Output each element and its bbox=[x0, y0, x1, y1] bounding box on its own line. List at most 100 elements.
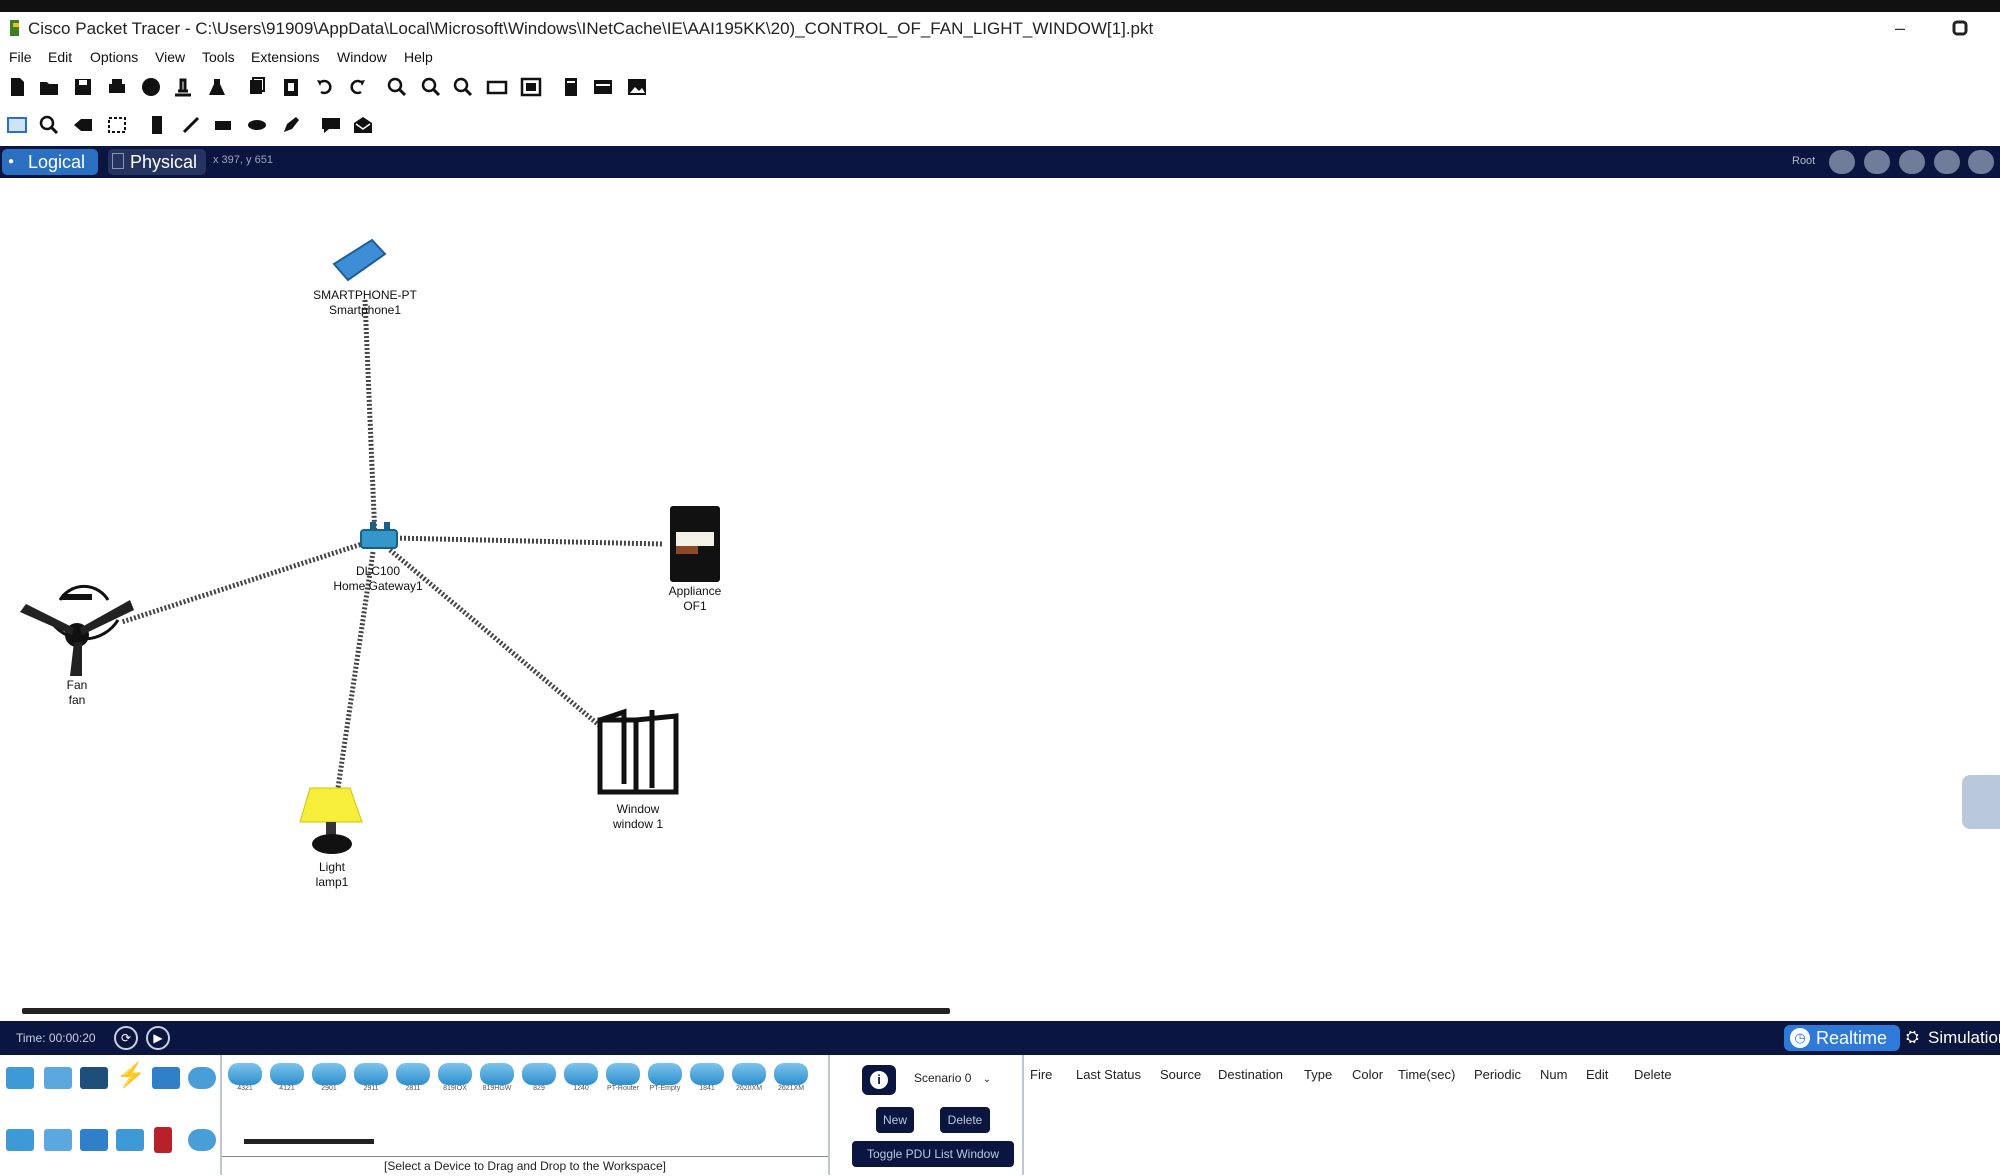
router-1841-icon[interactable] bbox=[690, 1063, 724, 1085]
wan-emulation-subcategory-icon[interactable] bbox=[188, 1129, 216, 1151]
col-periodic[interactable]: Periodic bbox=[1474, 1067, 1521, 1082]
menu-tools[interactable]: Tools bbox=[202, 49, 235, 65]
router-4121-icon[interactable] bbox=[270, 1063, 304, 1085]
device-list-scrollbar[interactable] bbox=[244, 1139, 374, 1144]
delete-tool-icon[interactable] bbox=[72, 114, 94, 136]
root-label[interactable]: Root bbox=[1792, 155, 1815, 167]
viewport-icon[interactable] bbox=[1968, 150, 1994, 174]
link-gateway-appliance[interactable] bbox=[391, 535, 663, 547]
router-819iox-icon[interactable] bbox=[438, 1063, 472, 1085]
appliance-device[interactable] bbox=[670, 506, 720, 582]
router-pt-icon[interactable] bbox=[606, 1063, 640, 1085]
router-4321-icon[interactable] bbox=[228, 1063, 262, 1085]
side-panel-handle[interactable] bbox=[1962, 775, 2000, 829]
multiuser-category-icon[interactable] bbox=[188, 1067, 216, 1089]
smartphone-device[interactable] bbox=[332, 238, 387, 282]
menu-window[interactable]: Window bbox=[337, 49, 387, 65]
router-2911-icon[interactable] bbox=[354, 1063, 388, 1085]
router-829-icon[interactable] bbox=[522, 1063, 556, 1085]
screenshot-icon[interactable] bbox=[626, 76, 648, 98]
network-devices-category-icon[interactable] bbox=[6, 1067, 34, 1089]
wireless-subcategory-icon[interactable] bbox=[116, 1129, 144, 1151]
router-2620xm-icon[interactable] bbox=[732, 1063, 766, 1085]
tab-logical[interactable]: ● Logical bbox=[2, 149, 98, 175]
scenario-select[interactable]: Scenario 0 ⌄ bbox=[914, 1071, 991, 1085]
switches-subcategory-icon[interactable] bbox=[44, 1129, 72, 1151]
router-1240-icon[interactable] bbox=[564, 1063, 598, 1085]
window-device[interactable] bbox=[597, 708, 679, 795]
link-gateway-smartphone[interactable] bbox=[362, 299, 378, 539]
col-fire[interactable]: Fire bbox=[1030, 1067, 1052, 1082]
col-type[interactable]: Type bbox=[1304, 1067, 1332, 1082]
end-devices-category-icon[interactable] bbox=[44, 1067, 72, 1089]
workspace-horizontal-scrollbar[interactable] bbox=[22, 1008, 950, 1014]
tab-physical[interactable]: Physical bbox=[108, 149, 206, 175]
router-2901-icon[interactable] bbox=[312, 1063, 346, 1085]
zoom-out-icon[interactable] bbox=[452, 76, 474, 98]
home-gateway-device[interactable] bbox=[360, 522, 398, 549]
scenario-info-button[interactable]: i bbox=[862, 1065, 896, 1095]
pdu-info-icon[interactable] bbox=[206, 76, 228, 98]
add-complex-pdu-icon[interactable] bbox=[352, 114, 374, 136]
toggle-pdu-list-button[interactable]: Toggle PDU List Window bbox=[852, 1141, 1014, 1167]
place-note-icon[interactable] bbox=[146, 114, 168, 136]
col-delete[interactable]: Delete bbox=[1634, 1067, 1672, 1082]
col-destination[interactable]: Destination bbox=[1218, 1067, 1283, 1082]
logical-workspace[interactable]: SMARTPHONE-PT Smartphone1 DLC100 Home Ga… bbox=[0, 180, 1998, 1020]
menu-help[interactable]: Help bbox=[404, 49, 433, 65]
menu-options[interactable]: Options bbox=[90, 49, 138, 65]
security-subcategory-icon[interactable] bbox=[154, 1127, 172, 1153]
draw-rectangle-icon[interactable] bbox=[212, 114, 234, 136]
new-cluster-icon[interactable] bbox=[1864, 150, 1890, 174]
print-icon[interactable] bbox=[106, 76, 128, 98]
zoom-in-icon[interactable] bbox=[386, 76, 408, 98]
move-object-icon[interactable] bbox=[1899, 150, 1925, 174]
col-num[interactable]: Num bbox=[1540, 1067, 1567, 1082]
col-source[interactable]: Source bbox=[1160, 1067, 1201, 1082]
new-scenario-button[interactable]: New bbox=[876, 1107, 914, 1133]
minimize-button[interactable]: – bbox=[1880, 14, 1920, 42]
col-color[interactable]: Color bbox=[1352, 1067, 1383, 1082]
col-last-status[interactable]: Last Status bbox=[1076, 1067, 1141, 1082]
ipc-icon[interactable] bbox=[560, 76, 582, 98]
menu-file[interactable]: File bbox=[9, 49, 32, 65]
delete-scenario-button[interactable]: Delete bbox=[940, 1107, 990, 1133]
redo-icon[interactable] bbox=[346, 76, 368, 98]
power-cycle-devices-icon[interactable]: ⟳ bbox=[114, 1026, 138, 1050]
inspect-tool-icon[interactable] bbox=[38, 114, 60, 136]
draw-line-icon[interactable] bbox=[180, 114, 202, 136]
col-edit[interactable]: Edit bbox=[1586, 1067, 1608, 1082]
zoom-reset-icon[interactable] bbox=[420, 76, 442, 98]
save-icon[interactable] bbox=[72, 76, 94, 98]
connections-category-icon[interactable]: ⚡ bbox=[116, 1064, 146, 1088]
network-info-icon[interactable] bbox=[172, 76, 194, 98]
copy-icon[interactable] bbox=[246, 76, 268, 98]
draw-ellipse-icon[interactable] bbox=[246, 114, 268, 136]
set-tiled-background-icon[interactable] bbox=[1934, 150, 1960, 174]
menu-view[interactable]: View bbox=[155, 49, 185, 65]
paste-icon[interactable] bbox=[280, 76, 302, 98]
view-command-log-icon[interactable] bbox=[592, 76, 614, 98]
menu-edit[interactable]: Edit bbox=[48, 49, 72, 65]
add-simple-pdu-icon[interactable] bbox=[320, 114, 342, 136]
select-tool-icon[interactable] bbox=[6, 114, 28, 136]
fan-device[interactable] bbox=[20, 584, 134, 676]
simulation-mode-button[interactable]: ⛭ Simulation bbox=[1904, 1025, 2000, 1051]
drawing-palette-icon[interactable] bbox=[486, 76, 508, 98]
router-2621xm-icon[interactable] bbox=[774, 1063, 808, 1085]
routers-subcategory-icon[interactable] bbox=[6, 1129, 34, 1151]
hubs-subcategory-icon[interactable] bbox=[80, 1129, 108, 1151]
undo-icon[interactable] bbox=[314, 76, 336, 98]
components-category-icon[interactable] bbox=[80, 1067, 108, 1089]
col-time[interactable]: Time(sec) bbox=[1398, 1067, 1455, 1082]
fast-forward-time-icon[interactable]: ▶ bbox=[146, 1026, 170, 1050]
back-icon[interactable] bbox=[1829, 150, 1855, 174]
resize-shape-icon[interactable] bbox=[106, 114, 128, 136]
router-819hgw-icon[interactable] bbox=[480, 1063, 514, 1085]
new-file-icon[interactable] bbox=[6, 76, 28, 98]
open-folder-icon[interactable] bbox=[38, 76, 60, 98]
light-device[interactable] bbox=[299, 787, 363, 854]
custom-device-dialog-icon[interactable] bbox=[520, 76, 542, 98]
realtime-mode-button[interactable]: ◷ Realtime bbox=[1784, 1025, 1900, 1051]
router-pt-empty-icon[interactable] bbox=[648, 1063, 682, 1085]
